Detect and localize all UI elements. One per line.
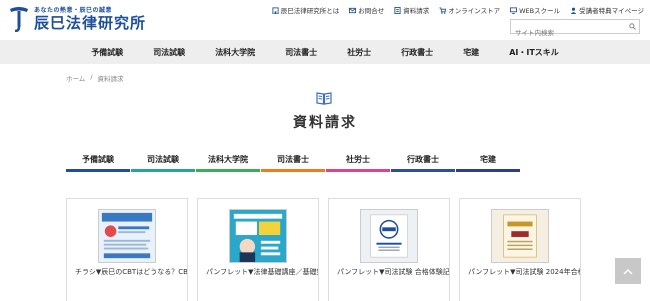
breadcrumb-home[interactable]: ホーム bbox=[66, 73, 85, 83]
tab-color-bar bbox=[261, 169, 325, 172]
book-icon bbox=[316, 92, 332, 105]
tab-label: 司法書士 bbox=[277, 155, 309, 164]
util-link-documents[interactable]: 資料請求 bbox=[394, 5, 429, 15]
util-link-store[interactable]: オンラインストア bbox=[439, 5, 500, 15]
util-link-label: 受講者特典マイページ bbox=[579, 7, 644, 15]
util-link-mypage[interactable]: 受講者特典マイページ bbox=[570, 5, 644, 15]
document-card-goukaku-pamphlet[interactable]: パンフレット▼司法試験 合格体験記 bbox=[328, 198, 450, 301]
tab-shihoshoshi[interactable]: 司法書士 bbox=[261, 152, 325, 172]
util-link-label: WEBスクール bbox=[519, 7, 561, 15]
site-header: あなたの熱意・辰巳の誠意 辰巳法律研究所 辰巳法律研究所とは お問合せ 資料請求… bbox=[0, 0, 650, 40]
search-icon[interactable] bbox=[629, 23, 636, 30]
document-card-cbt-flyer[interactable]: チラシ▼辰巳のCBTはどうなる？CBT bbox=[66, 198, 188, 301]
tab-lawschool[interactable]: 法科大学院 bbox=[196, 152, 260, 172]
tab-takken[interactable]: 宅建 bbox=[456, 152, 520, 172]
util-link-label: オンラインストア bbox=[448, 7, 501, 15]
tab-color-bar bbox=[326, 169, 390, 172]
building-icon bbox=[272, 6, 279, 14]
util-link-label: お問合せ bbox=[358, 7, 385, 15]
mail-icon bbox=[349, 7, 357, 13]
util-link-label: 辰巳法律研究所とは bbox=[280, 7, 340, 15]
brand-name: 辰巳法律研究所 bbox=[34, 13, 147, 32]
search-input[interactable] bbox=[511, 26, 623, 40]
logo-mark-icon bbox=[10, 7, 28, 32]
flyer-thumbnail bbox=[98, 209, 156, 263]
tab-label: 予備試験 bbox=[82, 155, 114, 164]
util-link-webschool[interactable]: WEBスクール bbox=[510, 5, 560, 15]
util-link-contact[interactable]: お問合せ bbox=[349, 5, 384, 15]
card-title: パンフレット▼司法試験 合格体験記 bbox=[337, 268, 450, 276]
site-logo[interactable]: あなたの熱意・辰巳の誠意 辰巳法律研究所 bbox=[8, 4, 146, 34]
tab-sharoushi[interactable]: 社労士 bbox=[326, 152, 390, 172]
document-card-2024-pamphlet[interactable]: パンフレット▼司法試験 2024年合格 bbox=[459, 198, 581, 301]
chevron-up-icon bbox=[623, 268, 633, 275]
pamphlet-thumbnail bbox=[491, 209, 549, 263]
gnav-item-shiho[interactable]: 司法試験 bbox=[138, 47, 200, 58]
gnav-item-lawschool[interactable]: 法科大学院 bbox=[200, 47, 270, 58]
util-link-label: 資料請求 bbox=[403, 7, 430, 15]
tab-color-bar bbox=[131, 169, 195, 172]
pamphlet-thumbnail bbox=[360, 209, 418, 263]
document-card-kiso-pamphlet[interactable]: パンフレット▼法律基礎講座／基礎集中 bbox=[197, 198, 319, 301]
person-icon bbox=[570, 7, 577, 14]
tab-color-bar bbox=[456, 169, 520, 172]
gnav-item-sharoushi[interactable]: 社労士 bbox=[332, 47, 386, 58]
gnav-item-gyosei[interactable]: 行政書士 bbox=[386, 47, 448, 58]
cart-icon bbox=[439, 6, 447, 14]
pamphlet-thumbnail bbox=[229, 209, 287, 263]
tab-yobi[interactable]: 予備試験 bbox=[66, 152, 130, 172]
util-link-about[interactable]: 辰巳法律研究所とは bbox=[272, 5, 340, 15]
gnav-item-shihoshoshi[interactable]: 司法書士 bbox=[270, 47, 332, 58]
site-search bbox=[510, 19, 640, 40]
tab-color-bar bbox=[391, 169, 455, 172]
card-title: パンフレット▼司法試験 2024年合格 bbox=[468, 268, 581, 276]
page-title: 資料請求 bbox=[293, 115, 357, 131]
tab-label: 社労士 bbox=[346, 155, 370, 164]
tab-label: 行政書士 bbox=[407, 155, 439, 164]
document-icon bbox=[394, 6, 401, 14]
tab-color-bar bbox=[196, 169, 260, 172]
gnav-item-takken[interactable]: 宅建 bbox=[448, 47, 494, 58]
tab-color-bar bbox=[66, 169, 130, 172]
card-title: チラシ▼辰巳のCBTはどうなる？CBT bbox=[75, 268, 188, 276]
category-tabs: 予備試験 司法試験 法科大学院 司法書士 社労士 行政書士 宅建 bbox=[66, 152, 521, 172]
breadcrumb-current: 資料請求 bbox=[97, 75, 124, 83]
global-nav: 予備試験 司法試験 法科大学院 司法書士 社労士 行政書士 宅建 AI・ITスキ… bbox=[0, 40, 650, 64]
back-to-top-button[interactable] bbox=[615, 258, 641, 284]
card-title: パンフレット▼法律基礎講座／基礎集中 bbox=[206, 268, 319, 276]
tab-shiho[interactable]: 司法試験 bbox=[131, 152, 195, 172]
tab-label: 司法試験 bbox=[147, 155, 179, 164]
gnav-item-ai-it[interactable]: AI・ITスキル bbox=[494, 47, 574, 58]
tab-gyosei[interactable]: 行政書士 bbox=[391, 152, 455, 172]
utility-links: 辰巳法律研究所とは お問合せ 資料請求 オンラインストア WEBスクール 受講者… bbox=[272, 5, 644, 15]
breadcrumb: ホーム / 資料請求 bbox=[66, 73, 124, 83]
breadcrumb-separator: / bbox=[90, 73, 93, 81]
gnav-item-yobi[interactable]: 予備試験 bbox=[76, 47, 138, 58]
tab-label: 法科大学院 bbox=[208, 155, 248, 164]
tab-label: 宅建 bbox=[480, 155, 496, 164]
monitor-icon bbox=[510, 6, 518, 14]
